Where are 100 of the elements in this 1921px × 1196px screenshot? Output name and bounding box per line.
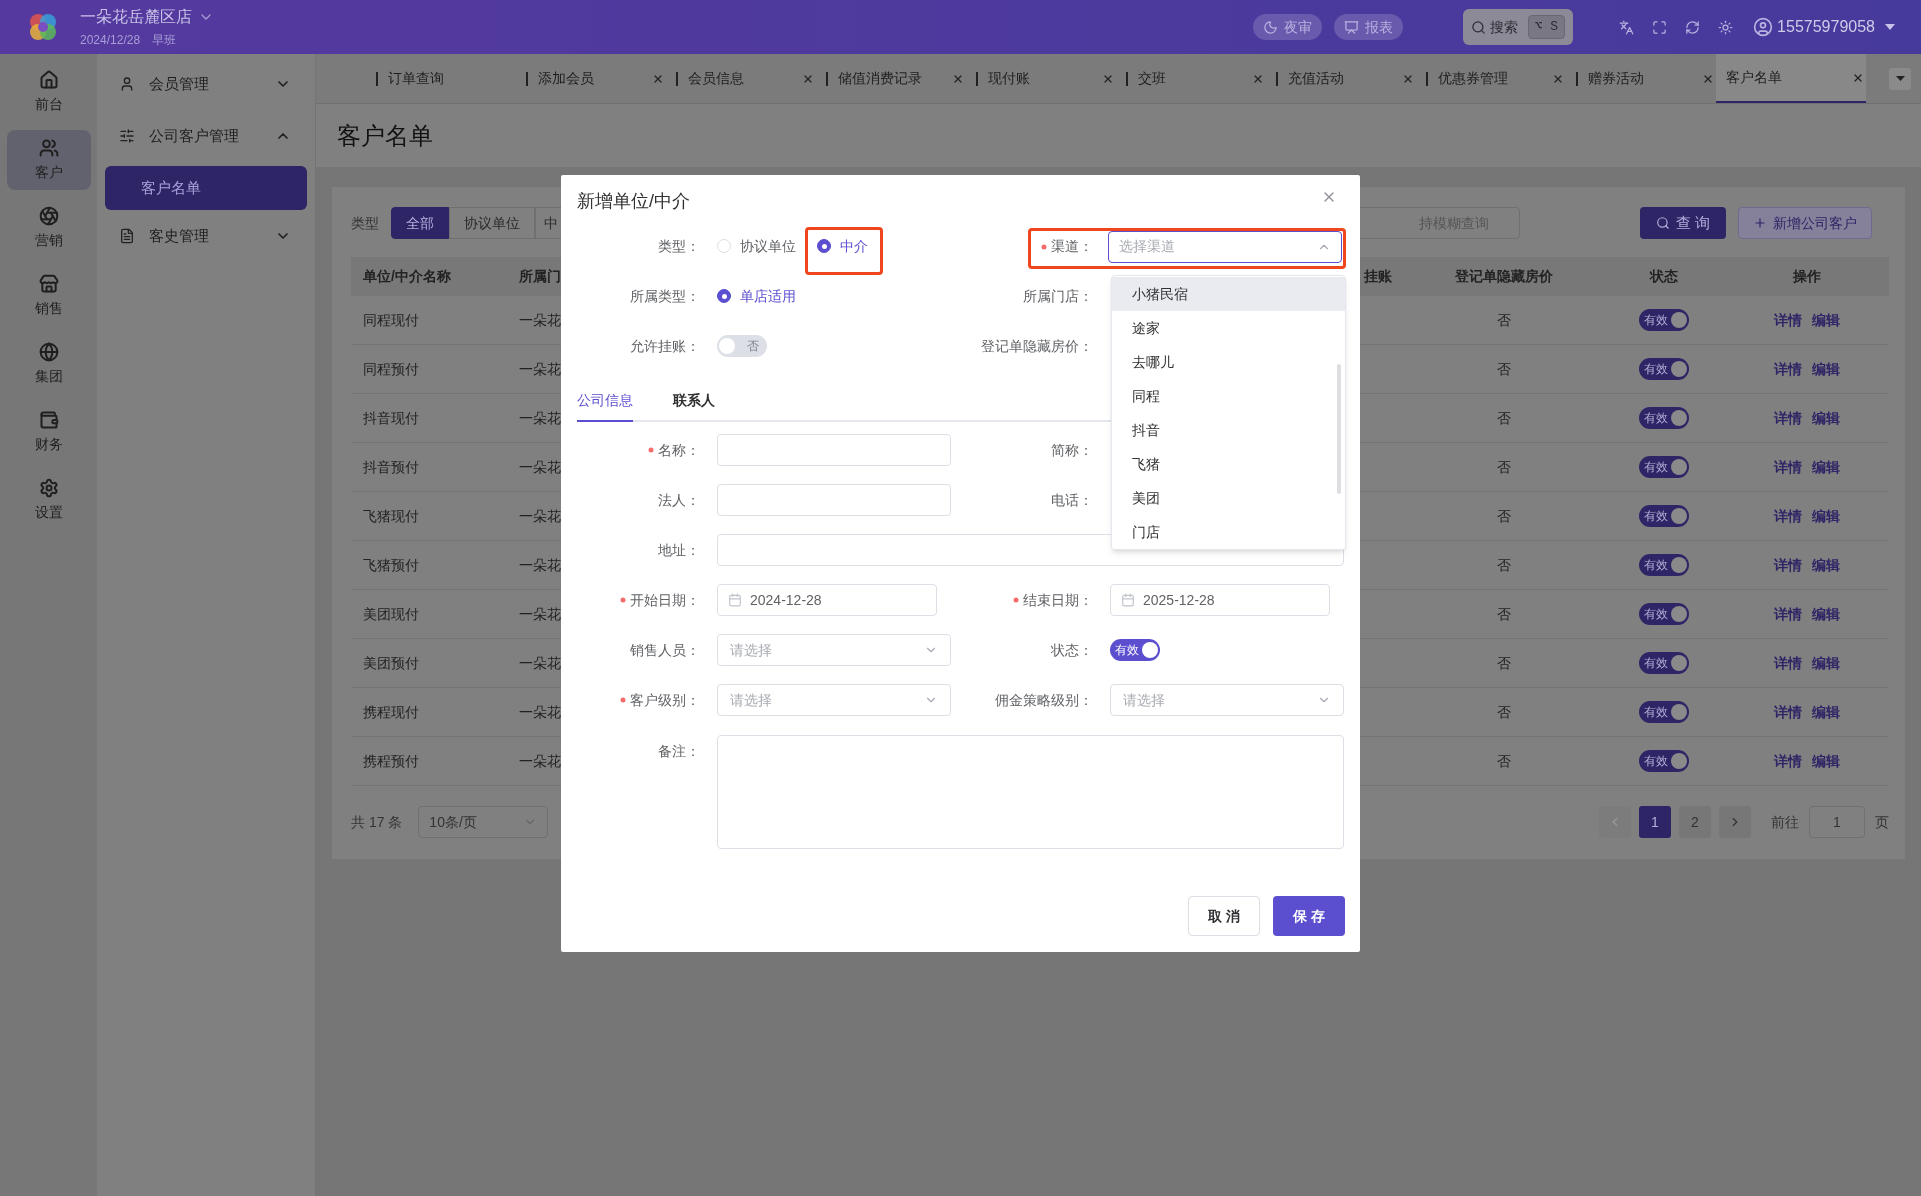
action-link[interactable]: 详情 bbox=[1773, 652, 1802, 674]
textarea-field[interactable] bbox=[717, 735, 1344, 849]
nav-rail-item[interactable]: 客户 bbox=[6, 130, 91, 190]
page-tab[interactable]: 会员信息 bbox=[666, 54, 816, 103]
action-link[interactable]: 编辑 bbox=[1811, 603, 1840, 625]
action-link[interactable]: 详情 bbox=[1773, 456, 1802, 478]
toggle-switch[interactable]: 有效 bbox=[1639, 750, 1689, 772]
avatar-icon[interactable] bbox=[1753, 17, 1774, 37]
page-tab[interactable]: 优惠券管理 bbox=[1416, 54, 1566, 103]
shortcut-key: ⌥ S bbox=[1527, 15, 1566, 39]
radio-option[interactable]: 单店适用 bbox=[717, 285, 796, 307]
action-link[interactable]: 详情 bbox=[1773, 603, 1802, 625]
page-number[interactable]: 1 bbox=[1639, 806, 1671, 838]
sun-icon[interactable] bbox=[1718, 19, 1734, 35]
action-link[interactable]: 详情 bbox=[1773, 505, 1802, 527]
filter-segment[interactable]: 全部 bbox=[391, 207, 449, 239]
action-link[interactable]: 编辑 bbox=[1811, 358, 1840, 380]
channel-select[interactable]: 选择渠道 bbox=[1108, 230, 1342, 263]
toggle-switch[interactable]: 有效 bbox=[1639, 505, 1689, 527]
page-tab[interactable]: 客户名单 bbox=[1716, 54, 1866, 103]
dropdown-option[interactable]: 小猪民宿 bbox=[1112, 277, 1345, 311]
user-phone[interactable]: 15575979058 bbox=[1777, 15, 1875, 39]
sidebar-group[interactable]: 公司客户管理 bbox=[105, 110, 307, 162]
dropdown-option[interactable]: 同程 bbox=[1112, 379, 1345, 413]
tab-menu-button[interactable] bbox=[1889, 67, 1911, 90]
sliders-icon bbox=[119, 128, 135, 144]
translate-icon[interactable] bbox=[1619, 19, 1635, 35]
select-field[interactable]: 请选择 bbox=[1110, 684, 1344, 716]
fullscreen-icon[interactable] bbox=[1652, 19, 1668, 35]
action-link[interactable]: 编辑 bbox=[1811, 309, 1840, 331]
toggle-switch[interactable]: 有效 bbox=[1639, 309, 1689, 331]
toggle-switch[interactable]: 有效 bbox=[1639, 358, 1689, 380]
search-box[interactable]: 搜索 ⌥ S bbox=[1462, 9, 1574, 45]
page-tab[interactable]: 交班 bbox=[1116, 54, 1266, 103]
dropdown-option[interactable]: 去哪儿 bbox=[1112, 345, 1345, 379]
dialog-tab[interactable]: 公司信息 bbox=[577, 381, 633, 422]
sidebar-group[interactable]: 会员管理 bbox=[105, 58, 307, 110]
date-input[interactable]: 2025-12-28 bbox=[1110, 584, 1330, 616]
dropdown-option[interactable]: 美团 bbox=[1112, 481, 1345, 515]
action-link[interactable]: 详情 bbox=[1773, 554, 1802, 576]
query-button[interactable]: 查 询 bbox=[1639, 207, 1726, 239]
action-link[interactable]: 详情 bbox=[1773, 407, 1802, 429]
store-icon bbox=[38, 273, 59, 294]
page-tab[interactable]: 添加会员 bbox=[516, 54, 666, 103]
page-tab[interactable]: 现付账 bbox=[966, 54, 1116, 103]
field-label: 开始日期： bbox=[630, 590, 700, 610]
action-link[interactable]: 编辑 bbox=[1811, 407, 1840, 429]
calendar-icon bbox=[1121, 593, 1135, 607]
dropdown-option[interactable]: 抖音 bbox=[1112, 413, 1345, 447]
radio-option[interactable]: 中介 bbox=[817, 235, 868, 257]
toggle-switch[interactable]: 有效 bbox=[1639, 407, 1689, 429]
toggle-switch[interactable]: 有效 bbox=[1639, 701, 1689, 723]
action-link[interactable]: 详情 bbox=[1773, 309, 1802, 331]
toggle-switch[interactable]: 有效 bbox=[1110, 639, 1160, 661]
sidebar-item[interactable]: 客户名单 bbox=[105, 166, 307, 210]
text-input[interactable] bbox=[717, 484, 951, 516]
refresh-icon[interactable] bbox=[1685, 19, 1701, 35]
field-label: 佣金策略级别： bbox=[995, 690, 1093, 710]
wallet-icon bbox=[38, 409, 59, 430]
select-field[interactable]: 请选择 bbox=[717, 634, 951, 666]
caret-icon[interactable] bbox=[1885, 24, 1895, 30]
add-customer-button[interactable]: 新增公司客户 bbox=[1738, 207, 1872, 239]
action-link[interactable]: 编辑 bbox=[1811, 554, 1840, 576]
toggle-switch[interactable]: 否 bbox=[717, 335, 767, 357]
page-tab[interactable]: 订单查询 bbox=[366, 54, 516, 103]
dropdown-option[interactable]: 门店 bbox=[1112, 515, 1345, 549]
page-tab[interactable]: 赠券活动 bbox=[1566, 54, 1716, 103]
cancel-button[interactable]: 取 消 bbox=[1188, 896, 1260, 936]
toggle-switch[interactable]: 有效 bbox=[1639, 603, 1689, 625]
action-link[interactable]: 编辑 bbox=[1811, 505, 1840, 527]
save-button[interactable]: 保 存 bbox=[1273, 896, 1345, 936]
action-link[interactable]: 详情 bbox=[1773, 358, 1802, 380]
dropdown-option[interactable]: 飞猪 bbox=[1112, 447, 1345, 481]
action-link[interactable]: 编辑 bbox=[1811, 456, 1840, 478]
toggle-switch[interactable]: 有效 bbox=[1639, 456, 1689, 478]
filter-segment[interactable]: 协议单位 bbox=[449, 207, 535, 239]
action-link[interactable]: 编辑 bbox=[1811, 701, 1840, 723]
page-tab[interactable]: 储值消费记录 bbox=[816, 54, 966, 103]
radio-option[interactable]: 协议单位 bbox=[717, 235, 796, 257]
action-link[interactable]: 编辑 bbox=[1811, 750, 1840, 772]
action-link[interactable]: 详情 bbox=[1773, 701, 1802, 723]
text-input[interactable] bbox=[717, 434, 951, 466]
scrollbar-thumb[interactable] bbox=[1337, 364, 1341, 494]
page-size-select[interactable]: 10条/页 bbox=[418, 806, 549, 838]
dropdown-option[interactable]: 途家 bbox=[1112, 311, 1345, 345]
date-input[interactable]: 2024-12-28 bbox=[717, 584, 937, 616]
select-field[interactable]: 请选择 bbox=[717, 684, 951, 716]
toggle-switch[interactable]: 有效 bbox=[1639, 554, 1689, 576]
action-link[interactable]: 详情 bbox=[1773, 750, 1802, 772]
store-name[interactable]: 一朵花岳麓区店 bbox=[80, 5, 192, 29]
toggle-switch[interactable]: 有效 bbox=[1639, 652, 1689, 674]
goto-page-input[interactable]: 1 bbox=[1809, 806, 1865, 838]
goto-label: 前往 bbox=[1771, 812, 1799, 832]
header-action-button[interactable]: 夜审 bbox=[1252, 14, 1322, 40]
header-action-button[interactable]: 报表 bbox=[1333, 14, 1403, 40]
page-tab[interactable]: 充值活动 bbox=[1266, 54, 1416, 103]
page-number[interactable]: 2 bbox=[1679, 806, 1711, 838]
dialog-tab[interactable]: 联系人 bbox=[673, 381, 715, 422]
sidebar-group[interactable]: 客史管理 bbox=[105, 210, 307, 262]
action-link[interactable]: 编辑 bbox=[1811, 652, 1840, 674]
